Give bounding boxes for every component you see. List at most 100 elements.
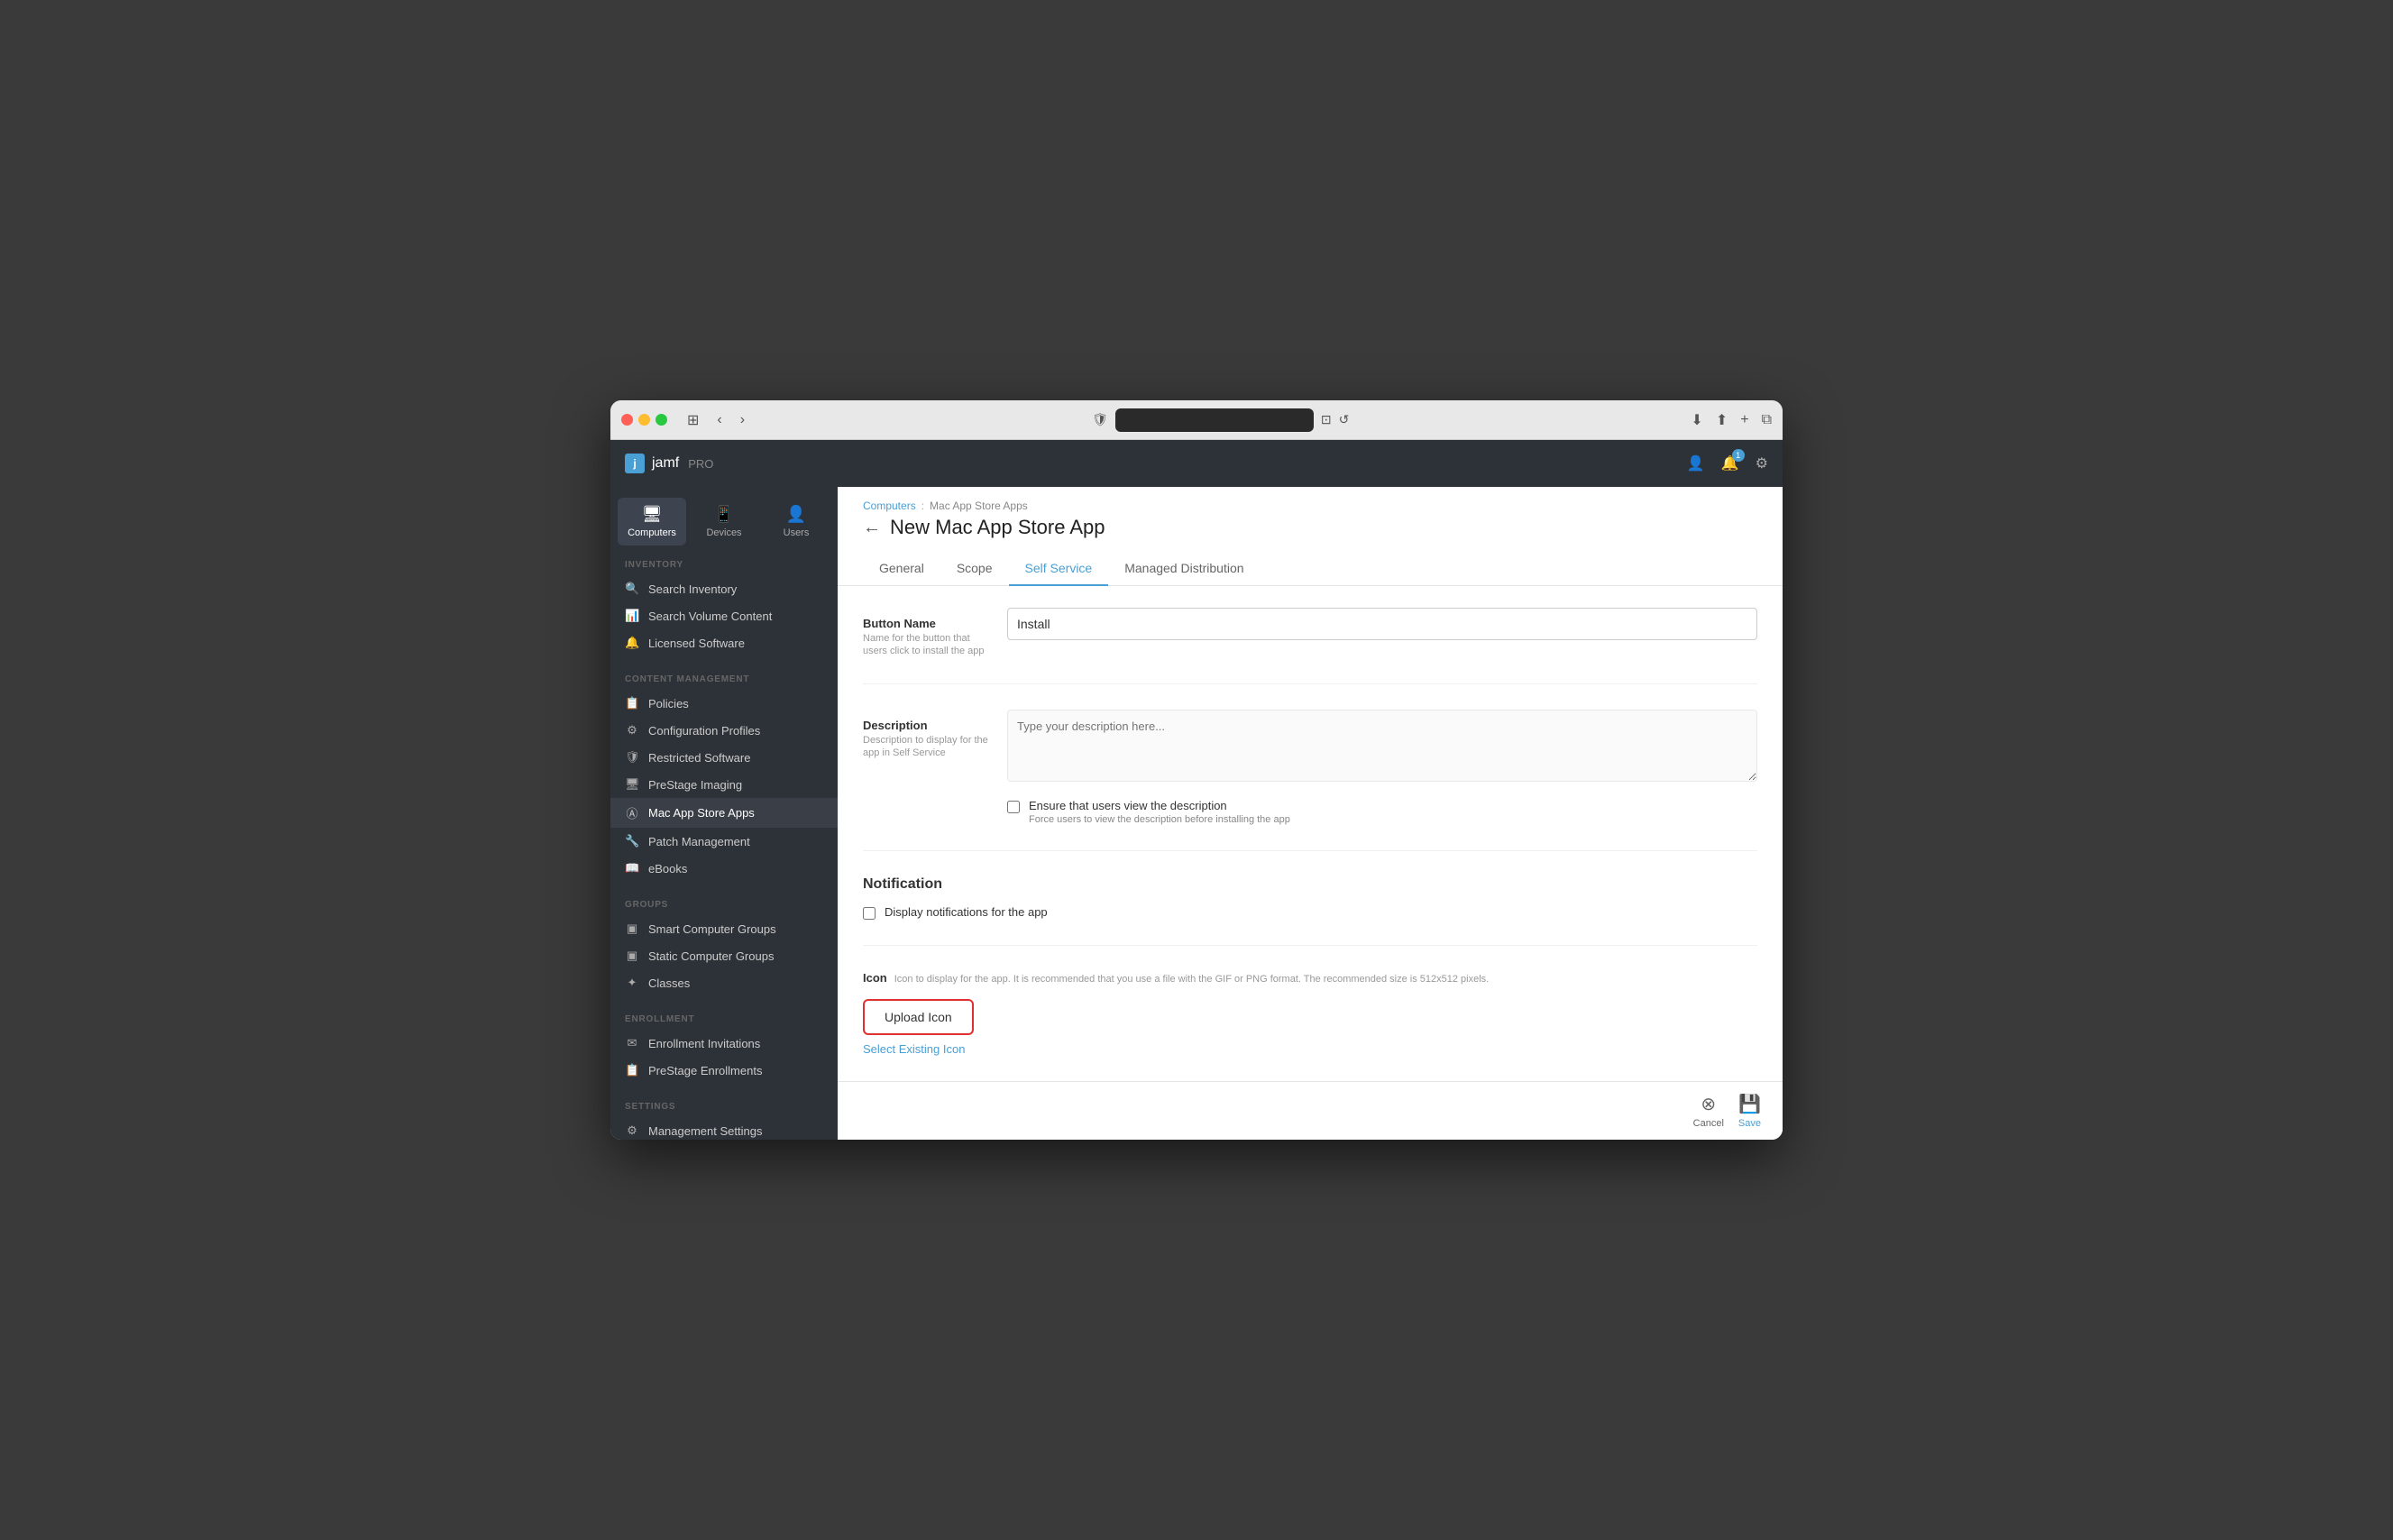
sidebar-item-prestage-imaging[interactable]: 🖥 PreStage Imaging	[610, 771, 838, 798]
jamf-logo: j jamf PRO	[625, 454, 713, 473]
close-button[interactable]	[621, 414, 633, 426]
upload-icon-button[interactable]: Upload Icon	[863, 999, 974, 1035]
app-window: ⊞ ‹ › 🛡 ⊡ ↺ ⬇ ⬆ + ⧉ j jamf PRO 👤 🔔 1	[610, 400, 1783, 1140]
settings-icon[interactable]: ⚙	[1756, 454, 1768, 472]
description-hint: Description to display for the app in Se…	[863, 734, 989, 760]
enrollment-section-title: ENROLLMENT	[610, 1014, 838, 1030]
sidebar-item-restricted-software[interactable]: 🛡 Restricted Software	[610, 744, 838, 771]
button-name-input[interactable]	[1007, 608, 1757, 640]
sidebar-item-licensed-software[interactable]: 🔔 Licensed Software	[610, 629, 838, 656]
address-bar[interactable]	[1115, 408, 1314, 432]
sidebar-item-static-computer-groups[interactable]: ▣ Static Computer Groups	[610, 942, 838, 969]
sidebar-item-smart-computer-groups[interactable]: ▣ Smart Computer Groups	[610, 915, 838, 942]
ensure-description-sub: Force users to view the description befo…	[1029, 814, 1290, 825]
sidebar-item-mac-app-store-apps[interactable]: Ⓐ Mac App Store Apps	[610, 798, 838, 828]
sidebar-nav-computers[interactable]: 🖥 Computers	[618, 498, 686, 545]
computers-icon: 🖥	[642, 505, 663, 524]
cancel-button[interactable]: ⊗ Cancel	[1693, 1093, 1724, 1129]
icon-hint: Icon to display for the app. It is recom…	[894, 974, 1490, 985]
back-button[interactable]: ←	[863, 518, 881, 536]
minimize-button[interactable]	[638, 414, 650, 426]
sidebar-item-search-inventory[interactable]: 🔍 Search Inventory	[610, 575, 838, 602]
ensure-description-label-block: Ensure that users view the description F…	[1029, 799, 1290, 825]
description-control	[1007, 710, 1757, 786]
ensure-description-checkbox[interactable]	[1007, 801, 1020, 813]
ebooks-label: eBooks	[648, 862, 687, 875]
devices-tab-label: Devices	[706, 527, 741, 538]
reader-icon: ⊡	[1321, 412, 1332, 427]
button-name-label-col: Button Name Name for the button that use…	[863, 608, 989, 658]
sidebar-item-management-settings[interactable]: ⚙ Management Settings	[610, 1117, 838, 1140]
smart-groups-label: Smart Computer Groups	[648, 922, 776, 936]
content-management-section: CONTENT MANAGEMENT 📋 Policies ⚙ Configur…	[610, 660, 838, 885]
patch-management-icon: 🔧	[625, 834, 639, 848]
restricted-software-label: Restricted Software	[648, 751, 750, 765]
sidebar-item-prestage-enrollments[interactable]: 📋 PreStage Enrollments	[610, 1057, 838, 1084]
description-textarea[interactable]	[1007, 710, 1757, 782]
main-layout: 🖥 Computers 📱 Devices 👤 Users INVENTORY …	[610, 487, 1783, 1140]
settings-section-title: SETTINGS	[610, 1102, 838, 1117]
save-button[interactable]: 💾 Save	[1738, 1093, 1761, 1129]
sidebar-nav-devices[interactable]: 📱 Devices	[690, 498, 758, 545]
breadcrumb-parent[interactable]: Computers	[863, 500, 916, 512]
ensure-description-row: Ensure that users view the description F…	[1007, 799, 1757, 825]
licensed-software-label: Licensed Software	[648, 637, 745, 650]
users-tab-label: Users	[784, 527, 810, 538]
search-volume-icon: 📊	[625, 609, 639, 623]
tab-scope[interactable]: Scope	[940, 552, 1009, 586]
inventory-section-title: INVENTORY	[610, 560, 838, 575]
button-name-control	[1007, 608, 1757, 640]
jamf-logo-text: jamf	[652, 455, 679, 472]
page-title: New Mac App Store App	[890, 516, 1105, 539]
management-settings-icon: ⚙	[625, 1123, 639, 1138]
search-volume-label: Search Volume Content	[648, 610, 772, 623]
notification-icon[interactable]: 🔔 1	[1721, 454, 1739, 472]
enrollment-section: ENROLLMENT ✉ Enrollment Invitations 📋 Pr…	[610, 1000, 838, 1087]
button-name-hint: Name for the button that users click to …	[863, 632, 989, 658]
content-header: Computers : Mac App Store Apps ← New Mac…	[838, 487, 1783, 586]
save-label: Save	[1738, 1118, 1761, 1129]
tab-managed-distribution[interactable]: Managed Distribution	[1108, 552, 1260, 586]
refresh-icon[interactable]: ↺	[1339, 412, 1350, 427]
sidebar-item-classes[interactable]: ✦ Classes	[610, 969, 838, 996]
sidebar-item-policies[interactable]: 📋 Policies	[610, 690, 838, 717]
sidebar-item-patch-management[interactable]: 🔧 Patch Management	[610, 828, 838, 855]
tab-overview-icon[interactable]: ⧉	[1762, 412, 1772, 428]
icon-section: Icon Icon to display for the app. It is …	[863, 971, 1757, 1081]
classes-icon: ✦	[625, 976, 639, 990]
maximize-button[interactable]	[656, 414, 667, 426]
download-icon[interactable]: ⬇	[1691, 411, 1702, 429]
icon-field-header: Icon Icon to display for the app. It is …	[863, 971, 1757, 985]
select-existing-link[interactable]: Select Existing Icon	[863, 1042, 965, 1056]
licensed-software-icon: 🔔	[625, 636, 639, 650]
back-nav-button[interactable]: ‹	[711, 410, 727, 430]
sidebar-item-config-profiles[interactable]: ⚙ Configuration Profiles	[610, 717, 838, 744]
restricted-software-icon: 🛡	[625, 750, 639, 765]
cancel-label: Cancel	[1693, 1118, 1724, 1129]
user-icon[interactable]: 👤	[1687, 454, 1705, 472]
tab-self-service[interactable]: Self Service	[1009, 552, 1109, 586]
sidebar-item-ebooks[interactable]: 📖 eBooks	[610, 855, 838, 882]
description-label: Description	[863, 719, 989, 732]
traffic-lights	[621, 414, 667, 426]
sidebar: 🖥 Computers 📱 Devices 👤 Users INVENTORY …	[610, 487, 838, 1140]
groups-section-title: GROUPS	[610, 900, 838, 915]
header-right: 👤 🔔 1 ⚙	[1687, 454, 1768, 472]
notification-checkbox-row: Display notifications for the app	[863, 905, 1757, 920]
settings-section: SETTINGS ⚙ Management Settings	[610, 1087, 838, 1140]
icon-actions: Upload Icon Select Existing Icon	[863, 999, 1757, 1058]
sidebar-toggle[interactable]: ⊞	[682, 409, 704, 431]
forward-nav-button[interactable]: ›	[735, 410, 750, 430]
notification-checkbox[interactable]	[863, 907, 876, 920]
classes-label: Classes	[648, 976, 690, 990]
title-bar: ⊞ ‹ › 🛡 ⊡ ↺ ⬇ ⬆ + ⧉	[610, 400, 1783, 440]
jamf-pro-label: PRO	[688, 457, 713, 471]
icon-label: Icon	[863, 971, 887, 985]
sidebar-item-search-volume[interactable]: 📊 Search Volume Content	[610, 602, 838, 629]
sidebar-nav-users[interactable]: 👤 Users	[762, 498, 830, 545]
new-tab-icon[interactable]: +	[1740, 412, 1748, 428]
tab-general[interactable]: General	[863, 552, 940, 586]
form-content: Button Name Name for the button that use…	[838, 586, 1783, 1081]
share-icon[interactable]: ⬆	[1716, 411, 1728, 429]
sidebar-item-enrollment-invitations[interactable]: ✉ Enrollment Invitations	[610, 1030, 838, 1057]
